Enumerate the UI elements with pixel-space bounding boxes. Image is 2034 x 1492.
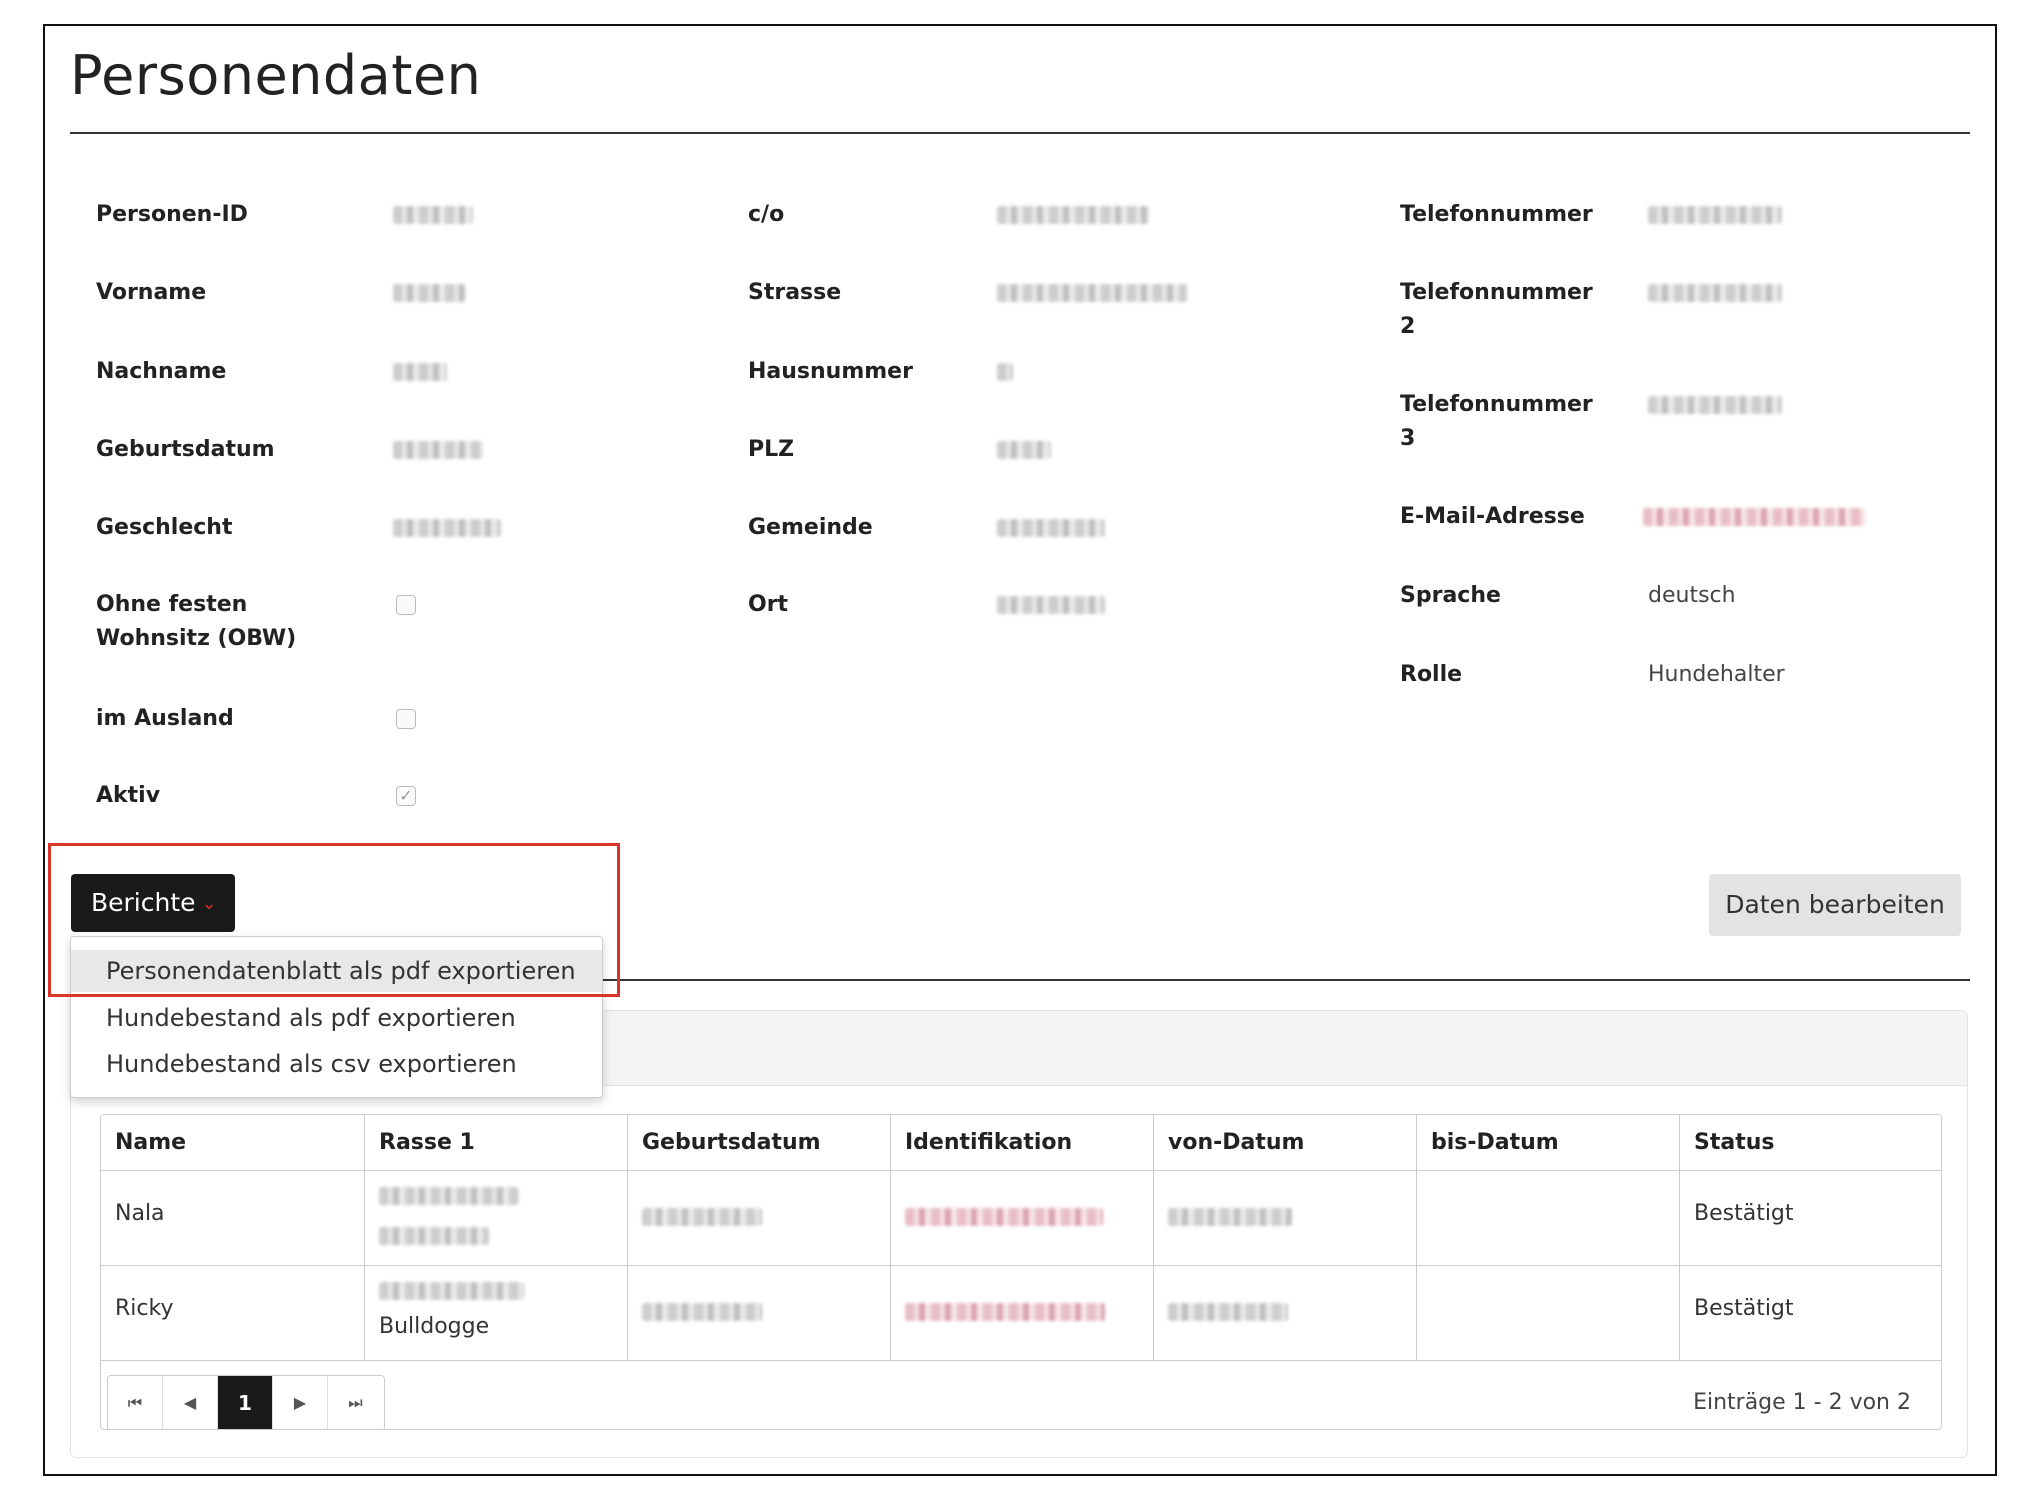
value-strasse-redacted <box>997 284 1187 302</box>
label-telefonnummer-3-line1: Telefonnummer <box>1400 392 1593 417</box>
pagination: ⏮ ◀ 1 ▶ ⏭ <box>107 1375 385 1429</box>
status-text: Bestätigt <box>1694 1201 1794 1226</box>
label-email: E-Mail-Adresse <box>1400 504 1585 529</box>
pagination-info: Einträge 1 - 2 von 2 <box>1693 1390 1911 1415</box>
cell-von-datum <box>1154 1171 1417 1265</box>
annotation-highlight-box <box>48 843 620 997</box>
dog-table: Name Rasse 1 Geburtsdatum Identifikation… <box>100 1114 1942 1430</box>
value-geschlecht-redacted <box>393 519 501 537</box>
label-co: c/o <box>748 202 785 227</box>
von-datum-redacted <box>1168 1208 1292 1226</box>
rasse-redacted <box>379 1227 489 1245</box>
label-strasse: Strasse <box>748 280 842 305</box>
label-gemeinde: Gemeinde <box>748 515 873 540</box>
header-identifikation[interactable]: Identifikation <box>891 1115 1154 1170</box>
header-name[interactable]: Name <box>101 1115 365 1170</box>
rasse-redacted <box>379 1282 524 1300</box>
checkbox-aktiv[interactable]: ✓ <box>396 786 416 806</box>
cell-rasse <box>365 1171 628 1265</box>
label-telefonnummer-2-line2: 2 <box>1400 314 1416 339</box>
label-nachname: Nachname <box>96 359 227 384</box>
value-personen-id-redacted <box>393 206 473 224</box>
identifikation-redacted <box>905 1303 1105 1321</box>
value-geburtsdatum-redacted <box>393 441 483 459</box>
table-row[interactable]: Nala Bestätigt <box>101 1171 1941 1266</box>
next-page-icon[interactable]: ▶ <box>273 1376 328 1429</box>
header-status[interactable]: Status <box>1680 1115 1941 1170</box>
header-rasse-1[interactable]: Rasse 1 <box>365 1115 628 1170</box>
label-ohne-festen-wohnsitz-1: Ohne festen <box>96 592 248 617</box>
pager-row: ⏮ ◀ 1 ▶ ⏭ Einträge 1 - 2 von 2 <box>101 1361 1941 1429</box>
cell-von-datum <box>1154 1266 1417 1360</box>
header-bis-datum[interactable]: bis-Datum <box>1417 1115 1680 1170</box>
edit-data-button[interactable]: Daten bearbeiten <box>1709 874 1961 936</box>
status-text: Bestätigt <box>1694 1296 1794 1321</box>
first-page-icon[interactable]: ⏮ <box>108 1376 163 1429</box>
cell-geburtsdatum <box>628 1171 891 1265</box>
person-page: Personendaten Personen-ID Vorname Nachna… <box>43 24 1997 1476</box>
label-hausnummer: Hausnummer <box>748 359 913 384</box>
last-page-icon[interactable]: ⏭ <box>328 1376 383 1429</box>
geburtsdatum-redacted <box>642 1208 762 1226</box>
cell-name: Nala <box>101 1171 365 1265</box>
rasse-redacted <box>379 1187 519 1205</box>
checkbox-im-ausland[interactable] <box>396 709 416 729</box>
label-ort: Ort <box>748 592 789 617</box>
label-geburtsdatum: Geburtsdatum <box>96 437 275 462</box>
value-telefonnummer-3-redacted <box>1648 396 1782 414</box>
value-vorname-redacted <box>393 284 465 302</box>
von-datum-redacted <box>1168 1303 1288 1321</box>
label-aktiv: Aktiv <box>96 783 161 808</box>
value-email-redacted <box>1643 508 1865 526</box>
label-rolle: Rolle <box>1400 662 1463 687</box>
page-number-current[interactable]: 1 <box>218 1376 273 1429</box>
label-geschlecht: Geschlecht <box>96 515 233 540</box>
cell-geburtsdatum <box>628 1266 891 1360</box>
cell-rasse: Bulldogge <box>365 1266 628 1360</box>
dog-name-link[interactable]: Ricky <box>115 1296 173 1321</box>
cell-identifikation <box>891 1266 1154 1360</box>
menu-item-hundebestand-csv[interactable]: Hundebestand als csv exportieren <box>71 1043 602 1085</box>
header-geburtsdatum[interactable]: Geburtsdatum <box>628 1115 891 1170</box>
label-telefonnummer-3-line2: 3 <box>1400 426 1416 451</box>
rasse-text: Bulldogge <box>379 1314 490 1339</box>
label-personen-id: Personen-ID <box>96 202 248 227</box>
header-von-datum[interactable]: von-Datum <box>1154 1115 1417 1170</box>
value-hausnummer-redacted <box>997 363 1013 381</box>
table-row[interactable]: Ricky Bulldogge Bestätigt <box>101 1266 1941 1361</box>
cell-bis-datum <box>1417 1171 1680 1265</box>
value-ort-redacted <box>997 596 1105 614</box>
dog-name-link[interactable]: Nala <box>115 1201 165 1226</box>
value-plz-redacted <box>997 441 1051 459</box>
cell-status: Bestätigt <box>1680 1171 1941 1265</box>
value-rolle: Hundehalter <box>1648 662 1785 687</box>
label-telefonnummer: Telefonnummer <box>1400 202 1593 227</box>
title-divider <box>70 132 1970 134</box>
value-gemeinde-redacted <box>997 519 1105 537</box>
label-vorname: Vorname <box>96 280 207 305</box>
value-telefonnummer-2-redacted <box>1648 284 1782 302</box>
previous-page-icon[interactable]: ◀ <box>163 1376 218 1429</box>
label-telefonnummer-2-line1: Telefonnummer <box>1400 280 1593 305</box>
value-sprache: deutsch <box>1648 583 1736 608</box>
value-nachname-redacted <box>393 363 447 381</box>
checkbox-ohne-festen-wohnsitz[interactable] <box>396 595 416 615</box>
label-plz: PLZ <box>748 437 795 462</box>
cell-identifikation <box>891 1171 1154 1265</box>
geburtsdatum-redacted <box>642 1303 762 1321</box>
menu-item-hundebestand-pdf[interactable]: Hundebestand als pdf exportieren <box>71 997 602 1039</box>
page-title: Personendaten <box>70 44 482 107</box>
table-header-row: Name Rasse 1 Geburtsdatum Identifikation… <box>101 1115 1941 1171</box>
value-telefonnummer-redacted <box>1648 206 1782 224</box>
cell-name: Ricky <box>101 1266 365 1360</box>
cell-bis-datum <box>1417 1266 1680 1360</box>
identifikation-redacted <box>905 1208 1103 1226</box>
cell-status: Bestätigt <box>1680 1266 1941 1360</box>
label-ohne-festen-wohnsitz-2: Wohnsitz (OBW) <box>96 626 297 651</box>
label-im-ausland: im Ausland <box>96 706 234 731</box>
label-sprache: Sprache <box>1400 583 1501 608</box>
value-co-redacted <box>997 206 1149 224</box>
